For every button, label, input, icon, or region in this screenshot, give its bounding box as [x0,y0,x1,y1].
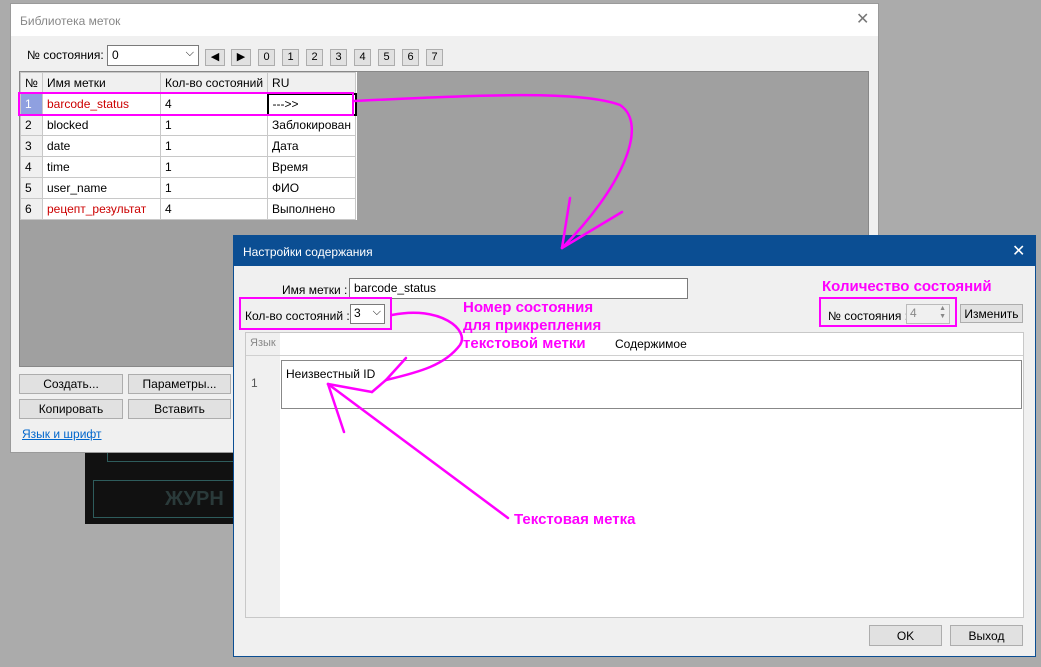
annotation-state-number: Номер состояния для прикрепления текстов… [463,299,602,352]
arrow-row-to-dialog-head-right [560,210,624,250]
arrow-count-to-content-head-down [370,378,388,394]
annotation-count-states: Количество состояний [822,278,992,295]
arrow-row-to-dialog [352,93,634,250]
arrow-text-label [326,382,510,520]
arrow-count-to-content [384,311,464,382]
annotation-text-label: Текстовая метка [514,511,636,528]
